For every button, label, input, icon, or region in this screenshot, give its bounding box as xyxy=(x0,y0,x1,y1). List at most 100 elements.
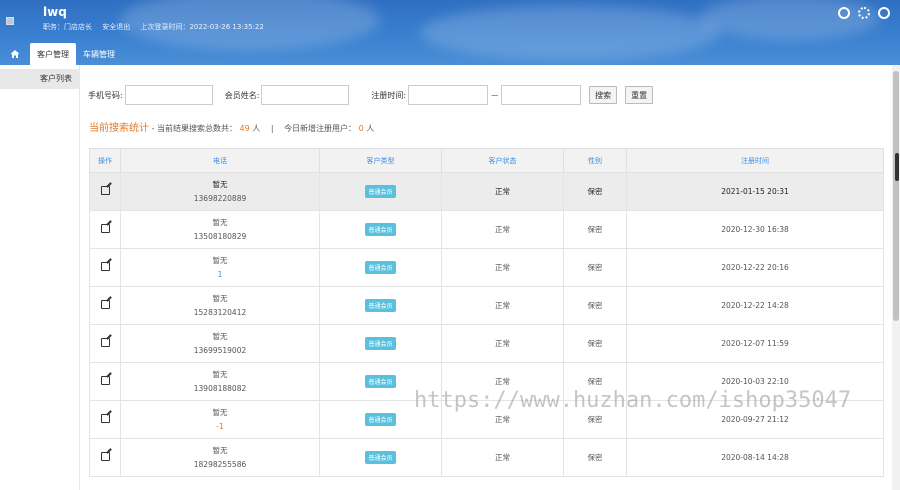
edit-icon[interactable] xyxy=(100,224,110,233)
customer-name: 暂无 xyxy=(212,369,228,379)
range-separator: — xyxy=(491,91,499,99)
gender-cell: 保密 xyxy=(563,172,627,211)
gender-cell: 保密 xyxy=(563,248,627,287)
home-icon xyxy=(10,50,20,58)
regtime-cell: 2020-12-07 11:59 xyxy=(626,324,884,363)
home-button[interactable] xyxy=(0,43,30,65)
search-bar: 手机号码: 会员姓名: 注册时间: — 搜索 重置 xyxy=(88,85,654,105)
status-cell: 正常 xyxy=(441,210,564,249)
header-cloud xyxy=(700,0,880,40)
col-status: 客户状态 xyxy=(441,148,564,173)
logo-image xyxy=(6,17,14,25)
reset-button[interactable]: 重置 xyxy=(625,86,654,104)
edit-icon[interactable] xyxy=(100,452,110,461)
type-badge: 普通会员 xyxy=(365,299,396,312)
type-badge: 普通会员 xyxy=(365,185,396,198)
col-phone: 电话 xyxy=(120,148,320,173)
last-login: 上次登录时间：2022-03-26 13:35:22 xyxy=(140,23,264,31)
main-content: 手机号码: 会员姓名: 注册时间: — 搜索 重置 当前搜索统计 - 当前结果搜… xyxy=(80,65,892,490)
customer-name: 暂无 xyxy=(212,179,228,189)
customer-phone: 15283120412 xyxy=(193,307,247,317)
stats-unit2: 人 xyxy=(366,124,375,133)
stats-today: 0 xyxy=(358,124,364,133)
customer-name: 暂无 xyxy=(212,255,228,265)
type-badge: 普通会员 xyxy=(365,413,396,426)
regtime-cell: 2021-01-15 20:31 xyxy=(626,172,884,211)
stats-separator: | xyxy=(270,124,274,133)
customer-phone: 13698220889 xyxy=(193,193,247,203)
logout-link[interactable]: 安全退出 xyxy=(102,23,130,31)
table-header: 操作 电话 客户类型 客户状态 性别 注册时间 xyxy=(89,148,884,173)
stats-today-text: 今日新增注册用户： xyxy=(284,124,357,133)
edit-icon[interactable] xyxy=(100,376,110,385)
main-nav: 客户管理 车辆管理 xyxy=(0,43,900,65)
regtime-label: 注册时间: xyxy=(371,90,407,100)
col-type: 客户类型 xyxy=(319,148,442,173)
customer-phone: 18298255586 xyxy=(193,459,247,469)
table-row: 暂无 13508180829 普通会员 正常 保密 2020-12-30 16:3… xyxy=(89,210,884,249)
edit-icon[interactable] xyxy=(100,186,110,195)
gear-icon[interactable] xyxy=(858,7,870,19)
name-label: 会员姓名: xyxy=(224,90,260,100)
regtime-end-input[interactable] xyxy=(501,85,582,105)
edit-icon[interactable] xyxy=(100,338,110,347)
customer-name: 暂无 xyxy=(212,293,228,303)
regtime-cell: 2020-12-22 14:28 xyxy=(626,286,884,325)
type-badge: 普通会员 xyxy=(365,223,396,236)
regtime-start-input[interactable] xyxy=(408,85,489,105)
type-badge: 普通会员 xyxy=(365,337,396,350)
edit-icon[interactable] xyxy=(100,262,110,271)
regtime-cell: 2020-12-30 16:38 xyxy=(626,210,884,249)
customer-phone: 13699519002 xyxy=(193,345,247,355)
table-body: 暂无 13698220889 普通会员 正常 保密 2021-01-15 20:3… xyxy=(89,172,884,477)
customer-phone: 13908188082 xyxy=(193,383,247,393)
scrollbar-marker xyxy=(895,153,899,181)
member-name-input[interactable] xyxy=(261,85,350,105)
phone-input[interactable] xyxy=(124,85,213,105)
scrollbar-thumb[interactable] xyxy=(893,71,899,321)
page-scrollbar[interactable] xyxy=(892,65,900,490)
phone-label: 手机号码: xyxy=(88,90,123,100)
customer-phone: 13508180829 xyxy=(193,231,247,241)
type-badge: 普通会员 xyxy=(365,451,396,464)
page-title: lwq xyxy=(43,5,67,19)
col-gender: 性别 xyxy=(563,148,627,173)
gender-cell: 保密 xyxy=(563,286,627,325)
sidebar-item-customer-list[interactable]: 客户列表 xyxy=(0,69,79,89)
table-row: 暂无 18298255586 普通会员 正常 保密 2020-08-14 14:2… xyxy=(89,438,884,477)
customer-phone: -1 xyxy=(216,421,224,431)
edit-icon[interactable] xyxy=(100,300,110,309)
sidebar: 客户列表 xyxy=(0,65,80,490)
table-row: 暂无 15283120412 普通会员 正常 保密 2020-12-22 14:2… xyxy=(89,286,884,325)
type-badge: 普通会员 xyxy=(365,375,396,388)
customer-name: 暂无 xyxy=(212,331,228,341)
stats-title: 当前搜索统计 xyxy=(89,123,149,134)
help-icon[interactable] xyxy=(838,7,850,19)
type-badge: 普通会员 xyxy=(365,261,396,274)
status-cell: 正常 xyxy=(441,248,564,287)
tab-customer-management[interactable]: 客户管理 xyxy=(30,43,76,65)
search-button[interactable]: 搜索 xyxy=(589,86,618,104)
customer-phone: 1 xyxy=(217,269,223,279)
clock-icon[interactable] xyxy=(878,7,890,19)
table-row: 暂无 13699519002 普通会员 正常 保密 2020-12-07 11:5… xyxy=(89,324,884,363)
search-stats: 当前搜索统计 - 当前结果搜索总数共： 49 人 | 今日新增注册用户： 0 人 xyxy=(89,119,374,134)
edit-icon[interactable] xyxy=(100,414,110,423)
status-cell: 正常 xyxy=(441,438,564,477)
gender-cell: 保密 xyxy=(563,438,627,477)
customer-name: 暂无 xyxy=(212,217,228,227)
gender-cell: 保密 xyxy=(563,210,627,249)
regtime-cell: 2020-12-22 20:16 xyxy=(626,248,884,287)
customer-table: 操作 电话 客户类型 客户状态 性别 注册时间 暂无 13698220889 普通… xyxy=(89,148,884,477)
stats-unit: 人 xyxy=(252,124,261,133)
gender-cell: 保密 xyxy=(563,324,627,363)
status-cell: 正常 xyxy=(441,286,564,325)
regtime-cell: 2020-08-14 14:28 xyxy=(626,438,884,477)
col-action: 操作 xyxy=(89,148,121,173)
table-row: 暂无 13698220889 普通会员 正常 保密 2021-01-15 20:3… xyxy=(89,172,884,211)
header-icons xyxy=(838,7,890,19)
status-cell: 正常 xyxy=(441,172,564,211)
customer-name: 暂无 xyxy=(212,407,228,417)
tab-vehicle-management[interactable]: 车辆管理 xyxy=(76,43,122,65)
watermark: https://www.huzhan.com/ishop35047 xyxy=(414,388,852,413)
